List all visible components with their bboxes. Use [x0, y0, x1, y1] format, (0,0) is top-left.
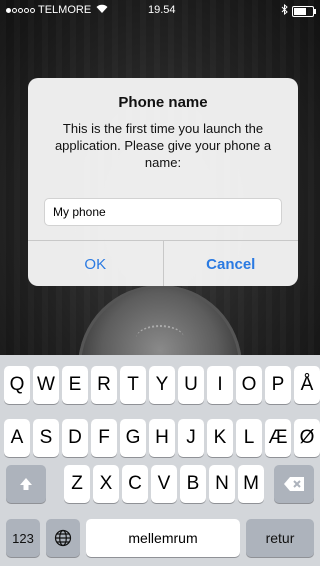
- globe-icon: [54, 529, 72, 547]
- key-g[interactable]: G: [120, 419, 146, 457]
- phone-name-dialog: Phone name This is the first time you la…: [28, 78, 298, 286]
- key-p[interactable]: P: [265, 366, 291, 404]
- cancel-button[interactable]: Cancel: [164, 241, 299, 286]
- status-bar: TELMORE 19.54: [0, 0, 320, 20]
- ok-button[interactable]: OK: [28, 241, 164, 286]
- key-d[interactable]: D: [62, 419, 88, 457]
- backspace-icon: [283, 476, 305, 492]
- dialog-title: Phone name: [118, 94, 208, 111]
- phone-name-input[interactable]: My phone: [44, 198, 282, 226]
- dialog-message: This is the first time you launch the ap…: [54, 121, 272, 170]
- key-f[interactable]: F: [91, 419, 117, 457]
- dialog-buttons: OK Cancel: [28, 240, 298, 286]
- delete-key[interactable]: [274, 465, 314, 503]
- bluetooth-icon: [281, 3, 288, 18]
- signal-strength-icon: [6, 7, 35, 13]
- key-w[interactable]: W: [33, 366, 59, 404]
- globe-key[interactable]: [46, 519, 80, 557]
- space-key[interactable]: mellemrum: [86, 519, 240, 557]
- key-z[interactable]: Z: [64, 465, 90, 503]
- wifi-icon: [96, 4, 108, 16]
- key-r[interactable]: R: [91, 366, 117, 404]
- key-q[interactable]: Q: [4, 366, 30, 404]
- key-x[interactable]: X: [93, 465, 119, 503]
- key-i[interactable]: I: [207, 366, 233, 404]
- key-y[interactable]: Y: [149, 366, 175, 404]
- key-b[interactable]: B: [180, 465, 206, 503]
- key-v[interactable]: V: [151, 465, 177, 503]
- shift-key[interactable]: [6, 465, 46, 503]
- keyboard: QWERTYUIOPÅ ASDFGHJKLÆØ ZXCVBNM 123 mell…: [0, 355, 320, 566]
- return-key[interactable]: retur: [246, 519, 314, 557]
- key-ø[interactable]: Ø: [294, 419, 320, 457]
- key-n[interactable]: N: [209, 465, 235, 503]
- device-grille: [136, 325, 184, 351]
- battery-icon: [292, 5, 316, 17]
- numbers-key[interactable]: 123: [6, 519, 40, 557]
- battery-fill: [294, 7, 306, 15]
- key-k[interactable]: K: [207, 419, 233, 457]
- shift-arrow-icon: [18, 476, 34, 492]
- status-time: 19.54: [148, 4, 176, 16]
- key-æ[interactable]: Æ: [265, 419, 291, 457]
- key-l[interactable]: L: [236, 419, 262, 457]
- carrier-name: TELMORE: [38, 4, 92, 16]
- key-a[interactable]: A: [4, 419, 30, 457]
- key-j[interactable]: J: [178, 419, 204, 457]
- key-e[interactable]: E: [62, 366, 88, 404]
- key-m[interactable]: M: [238, 465, 264, 503]
- status-bar-left: TELMORE: [6, 4, 108, 16]
- key-h[interactable]: H: [149, 419, 175, 457]
- key-c[interactable]: C: [122, 465, 148, 503]
- key-u[interactable]: U: [178, 366, 204, 404]
- status-bar-right: [281, 3, 316, 18]
- key-s[interactable]: S: [33, 419, 59, 457]
- key-å[interactable]: Å: [294, 366, 320, 404]
- key-t[interactable]: T: [120, 366, 146, 404]
- key-o[interactable]: O: [236, 366, 262, 404]
